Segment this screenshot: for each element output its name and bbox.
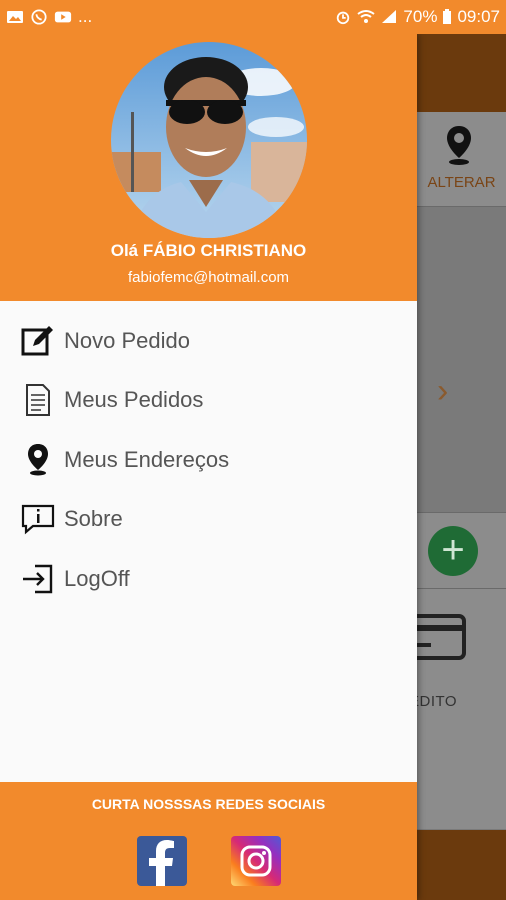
location-pin-icon: [447, 126, 471, 165]
background-bottom-bar: [417, 830, 506, 900]
menu-item-meus-pedidos[interactable]: Meus Pedidos: [0, 371, 417, 431]
info-bubble-icon: [21, 502, 55, 536]
user-email: fabiofemc@hotmail.com: [127, 269, 290, 286]
document-icon: [21, 383, 55, 417]
wifi-icon: [357, 10, 376, 23]
background-add-row: +: [417, 512, 506, 589]
edit-icon: [21, 324, 55, 358]
gallery-icon: [7, 11, 23, 23]
drawer-footer: CURTA NOSSSAS REDES SOCIAIS: [0, 782, 417, 900]
drawer-menu: Novo Pedido Meus Pedidos Meus Endereços …: [0, 311, 417, 609]
menu-item-label: Meus Pedidos: [64, 387, 204, 413]
background-payment-row: EDITO: [417, 589, 506, 829]
payment-method-label: EDITO: [417, 693, 458, 710]
credit-card-icon: [417, 614, 466, 660]
menu-item-label: LogOff: [64, 565, 130, 591]
alterar-button-label: ALTERAR: [427, 174, 496, 191]
status-more: ...: [78, 7, 93, 26]
chevron-right-icon: ›: [437, 372, 449, 410]
battery-percent: 70%: [403, 7, 438, 26]
signal-icon: [382, 10, 397, 23]
social-title: CURTA NOSSSAS REDES SOCIAIS: [91, 796, 326, 812]
clock: 09:07: [457, 7, 500, 26]
location-pin-icon: [21, 443, 55, 477]
status-bar: ... 70% 09:07: [0, 0, 506, 34]
add-icon: +: [428, 526, 478, 576]
background-address-row: ALTERAR: [417, 112, 506, 207]
user-greeting: Olá FÁBIO CHRISTIANO: [110, 241, 307, 260]
navigation-drawer: Olá FÁBIO CHRISTIANO fabiofemc@hotmail.c…: [0, 34, 417, 900]
drawer-header: Olá FÁBIO CHRISTIANO fabiofemc@hotmail.c…: [0, 34, 417, 301]
instagram-icon[interactable]: [231, 836, 281, 886]
avatar: [111, 42, 307, 238]
background-app-screen: ALTERAR › + EDITO: [417, 34, 506, 900]
profile-photo: [111, 42, 307, 238]
menu-item-sobre[interactable]: Sobre: [0, 490, 417, 550]
menu-item-novo-pedido[interactable]: Novo Pedido: [0, 311, 417, 371]
logout-icon: [21, 562, 55, 596]
facebook-icon[interactable]: [137, 836, 187, 886]
battery-icon: [443, 9, 452, 24]
menu-item-logoff[interactable]: LogOff: [0, 549, 417, 609]
alarm-icon: [337, 11, 350, 25]
background-top-bar: [417, 34, 506, 112]
whatsapp-icon: [31, 9, 47, 25]
youtube-icon: [54, 11, 72, 23]
menu-item-label: Novo Pedido: [64, 327, 190, 353]
menu-item-meus-enderecos[interactable]: Meus Endereços: [0, 430, 417, 490]
background-middle: ›: [417, 207, 506, 512]
menu-item-label: Meus Endereços: [64, 446, 230, 472]
menu-item-label: Sobre: [64, 506, 123, 532]
